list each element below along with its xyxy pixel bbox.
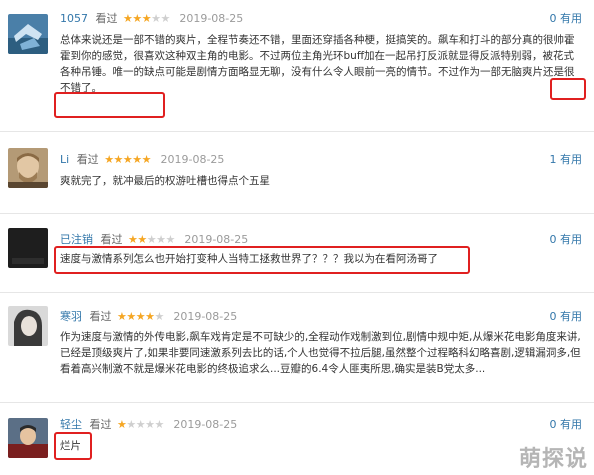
review-date: 2019-08-25 <box>179 12 244 25</box>
rating-label: 看过 <box>89 310 112 323</box>
highlight-box <box>550 78 586 100</box>
review-meta: 1057 看过 ★★★★★ 2019-08-25 <box>60 10 243 28</box>
user-avatar[interactable] <box>8 14 48 54</box>
useful-count: 0 <box>549 310 557 323</box>
rating-label: 看过 <box>95 12 118 25</box>
useful-label: 有用 <box>560 418 582 431</box>
useful-button[interactable]: 0 有用 <box>550 10 583 26</box>
useful-button[interactable]: 0 有用 <box>550 231 583 247</box>
useful-button[interactable]: 0 有用 <box>550 416 583 432</box>
useful-count: 1 <box>549 153 557 166</box>
useful-button[interactable]: 0 有用 <box>550 308 583 324</box>
highlight-box <box>54 432 92 460</box>
useful-label: 有用 <box>560 153 582 166</box>
username-link[interactable]: 寒羽 <box>60 310 82 323</box>
user-avatar[interactable] <box>8 148 48 188</box>
highlight-box <box>54 246 470 274</box>
highlight-box <box>54 92 165 118</box>
username-link[interactable]: Li <box>60 153 69 166</box>
divider <box>0 213 594 214</box>
rating-label: 看过 <box>76 153 99 166</box>
useful-label: 有用 <box>560 12 582 25</box>
rating-label: 看过 <box>89 418 112 431</box>
user-avatar[interactable] <box>8 228 48 268</box>
useful-label: 有用 <box>560 233 582 246</box>
user-avatar[interactable] <box>8 306 48 346</box>
review-date: 2019-08-25 <box>184 233 249 246</box>
review-date: 2019-08-25 <box>173 418 238 431</box>
useful-count: 0 <box>549 233 557 246</box>
review-text: 烂片 <box>60 440 81 452</box>
useful-count: 0 <box>549 12 557 25</box>
username-link[interactable]: 1057 <box>60 12 88 25</box>
rating-label: 看过 <box>100 233 123 246</box>
star-rating: ★★★★★ <box>123 12 170 25</box>
review-text: 总体来说还是一部不错的爽片，全程节奏还不错，里面还穿插各种梗，挺搞笑的。飙车和打… <box>60 34 575 94</box>
useful-count: 0 <box>549 418 557 431</box>
username-link[interactable]: 轻尘 <box>60 418 82 431</box>
watermark: 萌探说 <box>518 447 588 472</box>
user-avatar[interactable] <box>8 418 48 458</box>
star-rating: ★★★★★ <box>128 233 175 246</box>
review-date: 2019-08-25 <box>160 153 225 166</box>
divider <box>0 292 594 293</box>
divider <box>0 402 594 403</box>
useful-label: 有用 <box>560 310 582 323</box>
review-meta: 寒羽 看过 ★★★★★ 2019-08-25 <box>60 308 237 326</box>
divider <box>0 131 594 132</box>
username-link[interactable]: 已注销 <box>60 233 93 246</box>
review-text: 作为速度与激情的外传电影,飙车戏肯定是不可缺少的,全程动作戏制激到位,剧情中规中… <box>60 331 581 375</box>
useful-button[interactable]: 1 有用 <box>550 151 583 167</box>
review-date: 2019-08-25 <box>173 310 238 323</box>
star-rating: ★★★★★ <box>117 418 164 431</box>
star-rating: ★★★★★ <box>104 153 151 166</box>
star-rating: ★★★★★ <box>117 310 164 323</box>
review-meta: Li 看过 ★★★★★ 2019-08-25 <box>60 151 224 169</box>
review-text: 爽就完了，就冲最后的权游吐槽也得点个五星 <box>60 175 270 187</box>
